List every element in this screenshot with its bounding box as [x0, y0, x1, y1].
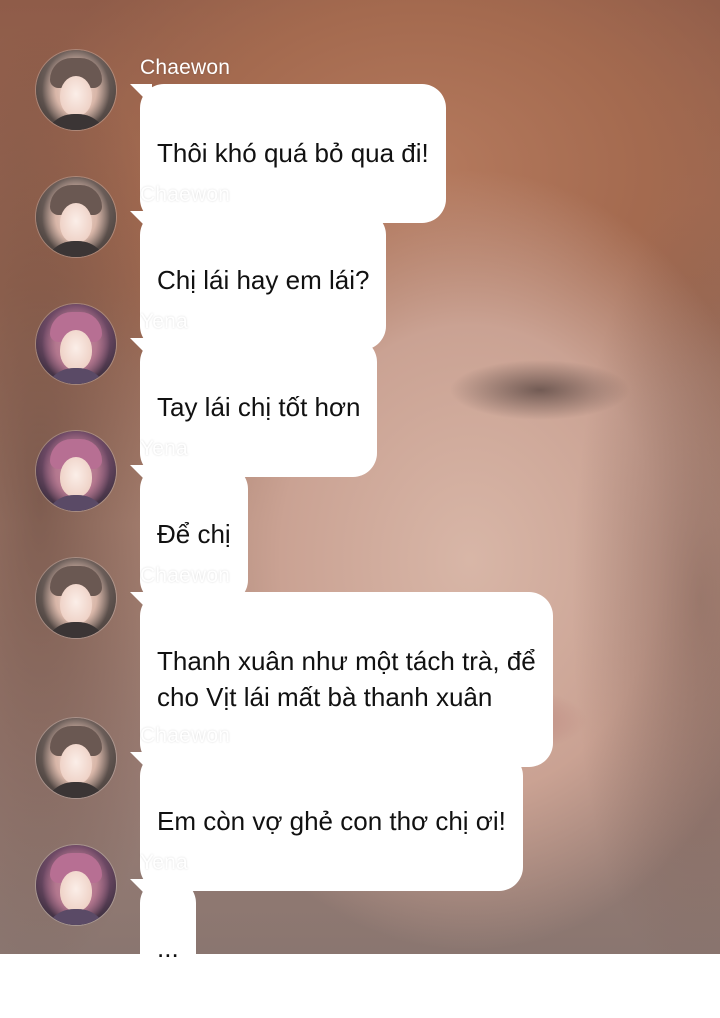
- message-text: Thanh xuân như một tách trà, để cho Vịt …: [157, 646, 536, 712]
- sender-name: Chaewon: [140, 564, 231, 587]
- avatar-yena[interactable]: [36, 845, 116, 925]
- avatar-body: [44, 368, 108, 384]
- avatar-face: [60, 330, 92, 370]
- avatar-body: [44, 241, 108, 257]
- message-text: Tay lái chị tốt hơn: [157, 392, 361, 422]
- message-bubble[interactable]: Em còn vợ ghẻ con thơ chị ơi!: [140, 752, 523, 891]
- avatar-face: [60, 203, 92, 243]
- chat-thread: Chaewon Thôi khó quá bỏ qua đi! Chaewon …: [0, 0, 720, 1018]
- sender-name: Chaewon: [140, 183, 231, 206]
- message-text: Để chị: [157, 519, 231, 549]
- message-text: Em còn vợ ghẻ con thơ chị ơi!: [157, 806, 506, 836]
- avatar-chaewon[interactable]: [36, 50, 116, 130]
- message-bubble[interactable]: ...: [140, 879, 196, 1018]
- avatar-chaewon[interactable]: [36, 718, 116, 798]
- message-text: ...: [157, 933, 179, 963]
- avatar-face: [60, 76, 92, 116]
- avatar-body: [44, 114, 108, 130]
- avatar-body: [44, 495, 108, 511]
- avatar-yena[interactable]: [36, 304, 116, 384]
- avatar-body: [44, 782, 108, 798]
- message-text: Thôi khó quá bỏ qua đi!: [157, 138, 429, 168]
- avatar-yena[interactable]: [36, 431, 116, 511]
- sender-name: Chaewon: [140, 56, 231, 79]
- sender-name: Yena: [140, 851, 188, 874]
- avatar-face: [60, 871, 92, 911]
- avatar-chaewon[interactable]: [36, 558, 116, 638]
- sender-name: Chaewon: [140, 724, 231, 747]
- message-text: Chị lái hay em lái?: [157, 265, 370, 295]
- avatar-body: [44, 622, 108, 638]
- avatar-face: [60, 457, 92, 497]
- avatar-face: [60, 584, 92, 624]
- avatar-body: [44, 909, 108, 925]
- avatar-chaewon[interactable]: [36, 177, 116, 257]
- sender-name: Yena: [140, 437, 188, 460]
- sender-name: Yena: [140, 310, 188, 333]
- avatar-face: [60, 744, 92, 784]
